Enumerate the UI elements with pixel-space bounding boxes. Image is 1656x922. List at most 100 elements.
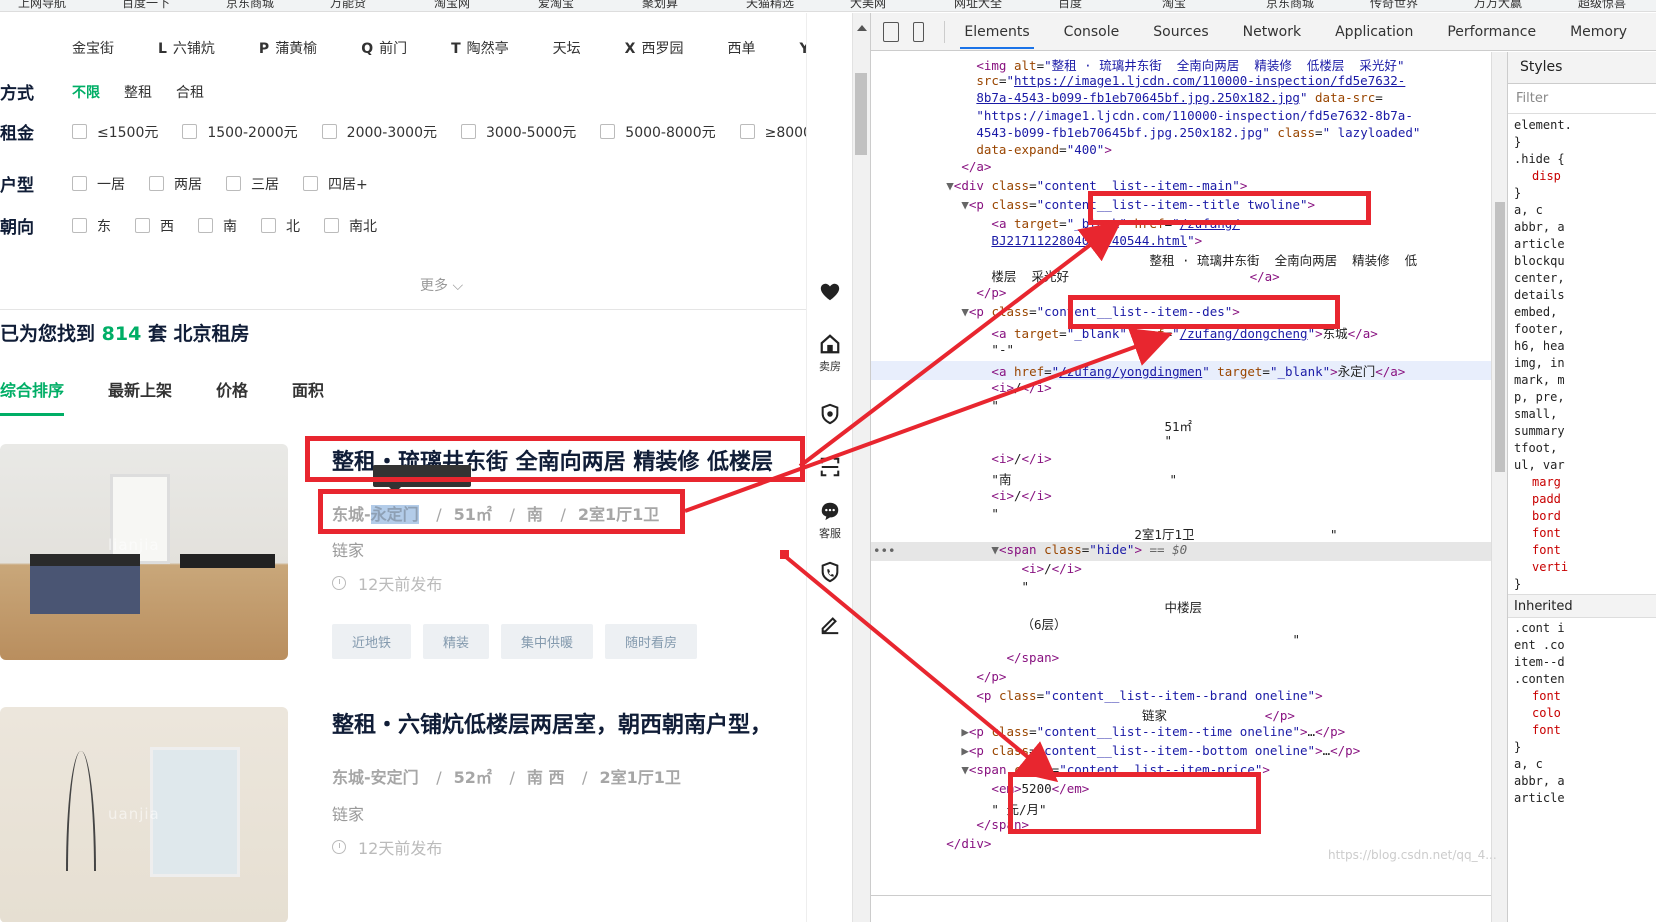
bookmark-item[interactable]: 百度一下	[122, 0, 170, 11]
filter-option[interactable]: 2000-3000元	[321, 122, 437, 142]
station-option[interactable]: 天坛	[553, 41, 603, 57]
page-scrollbar[interactable]	[852, 13, 870, 922]
station-option[interactable]: Q 前门	[361, 41, 429, 57]
bookmark-item[interactable]: 京东商城	[226, 0, 274, 11]
devtools-tab-network[interactable]: Network	[1239, 14, 1305, 49]
checkbox[interactable]	[324, 218, 339, 233]
checkbox[interactable]	[72, 124, 87, 139]
styles-tab[interactable]: Styles	[1508, 52, 1656, 84]
station-option[interactable]: T 陶然亭	[451, 41, 531, 57]
checkbox[interactable]	[321, 124, 337, 139]
filter-option-label: 5000-8000元	[625, 124, 716, 141]
listing-card[interactable]: uanjia 整租・六铺炕低楼层两居室，朝西朝南户型， 东城-安定门 /52㎡ …	[0, 707, 852, 922]
filter-option[interactable]: ≤1500元	[72, 122, 158, 142]
checkbox[interactable]	[261, 218, 276, 233]
checkbox[interactable]	[135, 218, 150, 233]
checkbox[interactable]	[739, 124, 755, 139]
bookmark-item[interactable]: 超级惊喜	[1578, 0, 1626, 11]
bookmark-item[interactable]: 聚划算	[642, 0, 678, 11]
bookmark-item[interactable]: 百度	[1058, 0, 1082, 11]
security-button[interactable]	[807, 403, 853, 428]
device-toolbar-icon[interactable]	[912, 21, 924, 42]
listing-thumbnail[interactable]: lianjia	[0, 444, 288, 660]
devtools-tab-sources[interactable]: Sources	[1149, 14, 1212, 49]
filter-option[interactable]: 不限	[72, 82, 100, 102]
sell-house-button[interactable]: 卖房	[807, 333, 853, 374]
sort-tab[interactable]: 综合排序	[0, 377, 65, 416]
station-option[interactable]: 西单	[727, 41, 777, 57]
filter-option[interactable]: 5000-8000元	[600, 122, 716, 142]
page-scrollbar-thumb[interactable]	[855, 73, 867, 155]
bookmark-item[interactable]: 上网导航	[18, 0, 66, 11]
station-name: 前门	[379, 41, 408, 57]
style-rule-line: abbr, a	[1514, 220, 1565, 234]
filter-option[interactable]: 南北	[324, 216, 377, 236]
favorite-button[interactable]	[807, 281, 853, 306]
phone-button[interactable]	[807, 561, 853, 586]
station-option[interactable]: 金宝街	[72, 41, 136, 57]
bookmark-item[interactable]: 淘宝网	[434, 0, 470, 11]
area-link[interactable]: 安定门	[371, 768, 419, 787]
bookmark-item[interactable]: 京东商城	[1266, 0, 1314, 11]
filter-option[interactable]: 3000-5000元	[460, 122, 576, 142]
bookmark-item[interactable]: 天猫精选	[746, 0, 794, 11]
inspect-element-icon[interactable]	[883, 21, 899, 42]
bookmark-item[interactable]: 万万大赢	[1474, 0, 1522, 11]
filter-option[interactable]: 四居+	[303, 174, 368, 194]
filter-option[interactable]: 两居	[149, 174, 202, 194]
listing-thumbnail[interactable]: uanjia	[0, 707, 288, 922]
bookmark-item[interactable]: 万能贷	[330, 0, 366, 11]
bookmark-item[interactable]: 大美网	[850, 0, 886, 11]
style-rule-line: font	[1532, 526, 1561, 540]
filter-option-label: 1500-2000元	[207, 124, 298, 141]
filter-option[interactable]: 三居	[226, 174, 279, 194]
listing-title[interactable]: 整租・六铺炕低楼层两居室，朝西朝南户型，	[332, 707, 772, 739]
checkbox[interactable]	[72, 218, 87, 233]
filter-option[interactable]: 合租	[176, 82, 204, 102]
inherited-rule-line: abbr, a	[1514, 774, 1565, 788]
filter-option[interactable]: 1500-2000元	[182, 122, 298, 142]
devtools-tab-memory[interactable]: Memory	[1566, 14, 1631, 49]
sort-tab[interactable]: 最新上架	[108, 377, 172, 416]
bookmark-item[interactable]: 爱淘宝	[538, 0, 574, 11]
scroll-up-arrow-icon[interactable]	[857, 25, 867, 31]
devtools-tab-performance[interactable]: Performance	[1443, 14, 1540, 49]
district-link[interactable]: 东城	[332, 768, 364, 787]
more-actions-icon[interactable]: •••	[873, 543, 896, 558]
annotation-box-description	[318, 489, 685, 534]
filter-option[interactable]: 整租	[124, 82, 152, 102]
elements-scrollbar[interactable]	[1491, 52, 1507, 922]
checkbox[interactable]	[198, 218, 213, 233]
checkbox[interactable]	[600, 124, 616, 139]
bookmark-item[interactable]: 淘宝	[1162, 0, 1186, 11]
checkbox[interactable]	[303, 176, 318, 191]
station-option[interactable]: L 六铺炕	[158, 41, 237, 57]
listing-orient: 南 西	[526, 768, 565, 787]
feedback-button[interactable]	[807, 613, 853, 638]
checkbox[interactable]	[149, 176, 164, 191]
checkbox[interactable]	[460, 124, 476, 139]
listing-description: 东城-安定门 /52㎡ / 南 西 /2室1厅1卫	[332, 768, 681, 787]
filter-option[interactable]: 东	[72, 216, 111, 236]
station-option[interactable]: P 蒲黄榆	[259, 41, 339, 57]
bookmark-item[interactable]: 传奇世界	[1370, 0, 1418, 11]
checkbox[interactable]	[72, 176, 87, 191]
devtools-tab-application[interactable]: Application	[1331, 14, 1417, 49]
styles-filter-input[interactable]: Filter	[1508, 84, 1656, 114]
filter-option[interactable]: 西	[135, 216, 174, 236]
devtools-tab-console[interactable]: Console	[1060, 14, 1124, 49]
filter-option[interactable]: 一居	[72, 174, 125, 194]
sort-tab[interactable]: 价格	[216, 377, 248, 416]
elements-scrollbar-thumb[interactable]	[1495, 202, 1505, 472]
bookmark-item[interactable]: 网址大全	[954, 0, 1002, 11]
filter-option[interactable]: 南	[198, 216, 237, 236]
scan-button[interactable]	[807, 456, 853, 481]
filter-option[interactable]: 北	[261, 216, 300, 236]
more-filters-link[interactable]: 更多 ⌵	[420, 275, 463, 295]
checkbox[interactable]	[226, 176, 241, 191]
devtools-tab-elements[interactable]: Elements	[960, 14, 1034, 49]
sort-tab[interactable]: 面积	[292, 377, 324, 416]
station-option[interactable]: X 西罗园	[625, 41, 706, 57]
checkbox[interactable]	[182, 124, 198, 139]
customer-service-button[interactable]: 客服	[807, 500, 853, 541]
